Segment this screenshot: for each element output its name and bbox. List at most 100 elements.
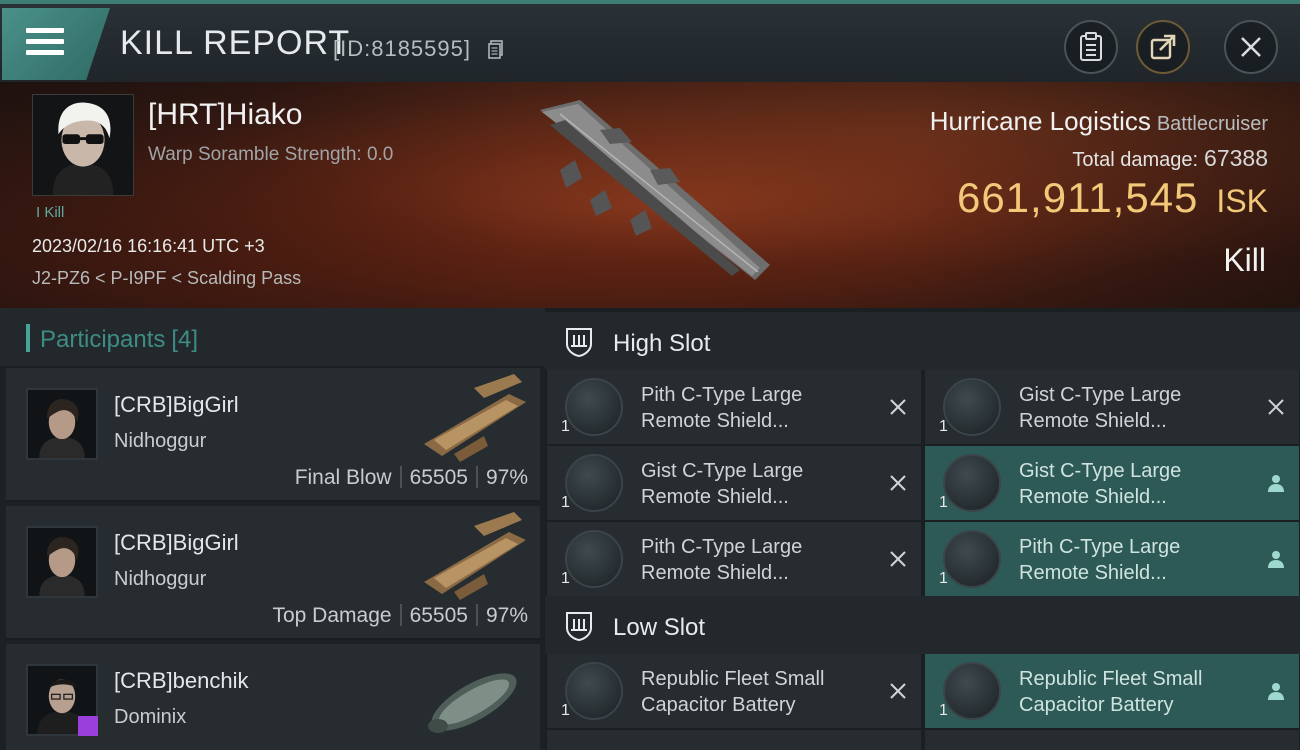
- copy-icon[interactable]: [488, 40, 504, 60]
- low-slot-icon: [566, 612, 592, 642]
- kill-tag: I Kill: [36, 204, 65, 221]
- destroyed-icon: [890, 475, 906, 491]
- destroyed-icon: [1268, 399, 1284, 415]
- participant-name[interactable]: [CRB]benchik: [114, 668, 249, 694]
- participants-header: Participants [4]: [0, 308, 545, 366]
- item-name: Republic Fleet Small Capacitor Battery: [1019, 668, 1203, 716]
- participant-ship: Dominix: [114, 706, 187, 728]
- victim-name[interactable]: [HRT]Hiako: [148, 98, 302, 132]
- participants-title: Participants: [40, 326, 166, 353]
- participant-badge-icon: [78, 716, 98, 736]
- item-name: Pith C-Type Large Remote Shield...: [641, 536, 803, 584]
- kill-location[interactable]: J2-PZ6 < P-I9PF < Scalding Pass: [32, 268, 301, 289]
- participant-ship: Nidhoggur: [114, 568, 207, 590]
- kill-result: Kill: [1223, 242, 1266, 278]
- destroyed-icon: [890, 683, 906, 699]
- close-button[interactable]: [1224, 20, 1278, 74]
- fitting-item[interactable]: 1 Gist C-Type Large Remote Shield...: [547, 446, 921, 520]
- participants-accent-bar: [26, 324, 30, 352]
- destroyed-icon: [890, 551, 906, 567]
- item-name: Gist C-Type Large Remote Shield...: [1019, 460, 1182, 508]
- capacitor-battery-icon: [565, 662, 623, 720]
- participant-ship-image: [428, 673, 517, 733]
- total-damage-label: Total damage:: [1072, 149, 1199, 171]
- page-title: KILL REPORT: [120, 24, 351, 62]
- high-slot-title: High Slot: [613, 330, 711, 357]
- low-slot-header: Low Slot: [545, 596, 1300, 654]
- fitting-item[interactable]: 1 Gist C-Type Large Remote Shield...: [925, 370, 1299, 444]
- fitting-item[interactable]: 1 Pith C-Type Large Remote Shield...: [925, 522, 1299, 596]
- item-name: Pith C-Type Large Remote Shield...: [1019, 536, 1181, 584]
- participant-name[interactable]: [CRB]BigGirl: [114, 392, 239, 418]
- participant-row[interactable]: [CRB]BigGirl Nidhoggur Final Blow 65505 97…: [6, 368, 540, 502]
- dropped-person-icon: [1268, 683, 1284, 700]
- item-quantity: 1: [561, 570, 570, 587]
- total-damage-value: 67388: [1204, 145, 1268, 171]
- victim-ship-image[interactable]: [520, 90, 790, 290]
- remote-shield-booster-icon: [565, 454, 623, 512]
- participant-ship: Nidhoggur: [114, 430, 207, 452]
- participant-ship-image: [424, 512, 526, 600]
- participant-avatar[interactable]: [26, 388, 98, 460]
- fitting-item[interactable]: 1 Republic Fleet Small Capacitor Battery: [547, 654, 921, 728]
- item-quantity: 1: [939, 494, 948, 511]
- ship-info: Hurricane Logistics Battlecruiser Total d…: [930, 106, 1268, 222]
- low-slot-title: Low Slot: [613, 614, 706, 641]
- header-bar: KILL REPORT [ID:8185595]: [0, 0, 1300, 82]
- clipboard-icon: [1080, 32, 1102, 61]
- fitting-item[interactable]: 1 Gist C-Type Large Remote Shield...: [925, 446, 1299, 520]
- remote-shield-booster-icon: [943, 530, 1001, 588]
- item-name: Gist C-Type Large Remote Shield...: [641, 460, 804, 508]
- item-quantity: 1: [561, 494, 570, 511]
- participant-stats: Final Blow 65505 97%: [295, 466, 528, 490]
- clipboard-button[interactable]: [1064, 20, 1118, 74]
- participant-percent: 97%: [485, 604, 528, 627]
- remote-shield-booster-icon: [943, 454, 1001, 512]
- item-quantity: 1: [939, 570, 948, 587]
- destroyed-icon: [890, 399, 906, 415]
- high-slot-icon: [566, 328, 592, 358]
- menu-button[interactable]: [2, 8, 110, 80]
- participant-percent: 97%: [485, 466, 528, 489]
- fitting-item[interactable]: 1 Republic Fleet Small Capacitor Battery: [925, 654, 1299, 728]
- fitting-item[interactable]: [925, 730, 1299, 750]
- close-icon: [1241, 37, 1261, 57]
- item-quantity: 1: [939, 418, 948, 435]
- isk-unit: ISK: [1216, 183, 1268, 219]
- remote-shield-booster-icon: [565, 378, 623, 436]
- participant-label: Final Blow: [294, 466, 392, 489]
- remote-shield-booster-icon: [565, 530, 623, 588]
- item-name: Gist C-Type Large Remote Shield...: [1019, 384, 1182, 432]
- participant-stats: Top Damage 65505 97%: [272, 604, 528, 628]
- participant-damage: 65505: [409, 604, 468, 627]
- fitting-item[interactable]: 1 Pith C-Type Large Remote Shield...: [547, 370, 921, 444]
- participants-panel: Participants [4] [CRB]BigGirl Nidhoggur F…: [0, 308, 545, 750]
- fitting-item[interactable]: [547, 730, 921, 750]
- item-name: Republic Fleet Small Capacitor Battery: [641, 668, 825, 716]
- participant-row[interactable]: [CRB]benchik Dominix: [6, 644, 540, 750]
- participant-row[interactable]: [CRB]BigGirl Nidhoggur Top Damage 65505 97…: [6, 506, 540, 640]
- fitting-panel: High Slot 1 Pith C-Type Large Remote Shie…: [545, 308, 1300, 750]
- item-name: Pith C-Type Large Remote Shield...: [641, 384, 803, 432]
- participant-damage: 65505: [409, 466, 468, 489]
- item-quantity: 1: [561, 702, 570, 719]
- dropped-person-icon: [1268, 551, 1284, 568]
- high-slot-header: High Slot: [545, 312, 1300, 370]
- victim-avatar[interactable]: [32, 94, 134, 196]
- share-button[interactable]: [1136, 20, 1190, 74]
- participant-name[interactable]: [CRB]BigGirl: [114, 530, 239, 556]
- menu-icon: [26, 28, 64, 61]
- kill-id: [ID:8185595]: [333, 36, 471, 61]
- ship-class: Battlecruiser: [1156, 113, 1268, 135]
- remote-shield-booster-icon: [943, 378, 1001, 436]
- kill-timestamp: 2023/02/16 16:16:41 UTC +3: [32, 236, 265, 256]
- ship-name[interactable]: Hurricane Logistics: [930, 106, 1151, 136]
- victim-banner: [HRT]Hiako Warp Soramble Strength: 0.0 I…: [0, 82, 1300, 308]
- item-quantity: 1: [561, 418, 570, 435]
- participant-avatar[interactable]: [26, 526, 98, 598]
- dropped-person-icon: [1268, 475, 1284, 492]
- participant-ship-image: [424, 374, 526, 462]
- participants-count: [4]: [171, 326, 199, 353]
- capacitor-battery-icon: [943, 662, 1001, 720]
- fitting-item[interactable]: 1 Pith C-Type Large Remote Shield...: [547, 522, 921, 596]
